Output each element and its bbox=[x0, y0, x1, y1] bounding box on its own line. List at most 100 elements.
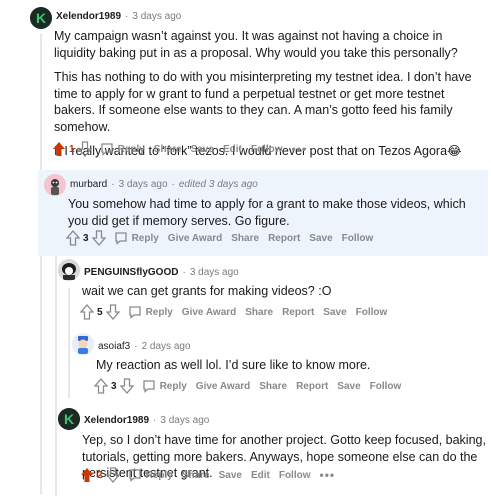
username[interactable]: Xelendor1989 bbox=[84, 415, 149, 426]
timestamp[interactable]: 3 days ago bbox=[132, 11, 181, 22]
upvote-icon[interactable] bbox=[80, 304, 94, 320]
downvote-icon[interactable] bbox=[105, 467, 120, 483]
thread-line[interactable] bbox=[68, 288, 70, 398]
svg-text:K: K bbox=[64, 411, 74, 427]
timestamp[interactable]: 2 days ago bbox=[142, 341, 191, 352]
share-button[interactable]: Share bbox=[259, 381, 287, 392]
separator: · bbox=[182, 267, 186, 278]
comment-header: murbard · 3 days ago · edited 3 days ago bbox=[70, 179, 258, 190]
downvote-icon[interactable] bbox=[119, 378, 134, 394]
reply-button[interactable]: Reply bbox=[100, 142, 145, 156]
save-button[interactable]: Save bbox=[337, 381, 360, 392]
save-button[interactable]: Save bbox=[191, 144, 214, 155]
comment-paragraph: My reaction as well lol. I’d sure like t… bbox=[96, 358, 371, 372]
separator: · bbox=[125, 11, 129, 22]
downvote-icon[interactable] bbox=[91, 230, 106, 246]
avatar-penguin-icon bbox=[58, 259, 80, 281]
reply-button[interactable]: Reply bbox=[128, 468, 173, 482]
vote-score: 5 bbox=[97, 306, 103, 318]
reply-icon bbox=[128, 468, 146, 482]
edit-button[interactable]: Edit bbox=[223, 144, 242, 155]
avatar[interactable] bbox=[44, 174, 66, 196]
save-button[interactable]: Save bbox=[323, 307, 346, 318]
timestamp[interactable]: 3 days ago bbox=[190, 267, 239, 278]
reply-button[interactable]: Reply bbox=[128, 305, 173, 319]
save-button[interactable]: Save bbox=[219, 470, 242, 481]
avatar[interactable]: K bbox=[30, 7, 52, 29]
username[interactable]: murbard bbox=[70, 179, 107, 190]
vote-score: 3 bbox=[111, 380, 117, 392]
share-button[interactable]: Share bbox=[154, 144, 182, 155]
avatar[interactable] bbox=[58, 259, 80, 281]
edit-button[interactable]: Edit bbox=[251, 470, 270, 481]
report-button[interactable]: Report bbox=[268, 233, 300, 244]
downvote-icon[interactable] bbox=[77, 141, 92, 157]
avatar-character-icon bbox=[72, 333, 94, 355]
upvote-icon[interactable] bbox=[94, 378, 108, 394]
follow-button[interactable]: Follow bbox=[251, 144, 283, 155]
share-button[interactable]: Share bbox=[231, 233, 259, 244]
comment-header: PENGUINSflyGOOD · 3 days ago bbox=[84, 267, 239, 278]
save-button[interactable]: Save bbox=[309, 233, 332, 244]
vote-score: 3 bbox=[83, 232, 89, 244]
reply-label: Reply bbox=[159, 380, 187, 392]
reply-icon bbox=[142, 379, 160, 393]
username[interactable]: Xelendor1989 bbox=[56, 11, 121, 22]
separator: · bbox=[134, 341, 138, 352]
reply-button[interactable]: Reply bbox=[142, 379, 187, 393]
comment-header: Xelendor1989 · 3 days ago bbox=[56, 11, 181, 22]
reply-label: Reply bbox=[131, 232, 159, 244]
comment-actions: 3 Reply Give Award Share Report Save Fol… bbox=[66, 229, 382, 247]
follow-button[interactable]: Follow bbox=[356, 307, 388, 318]
vote-group: 2 bbox=[80, 467, 120, 483]
comment-header: asoiaf3 · 2 days ago bbox=[98, 341, 191, 352]
timestamp[interactable]: 3 days ago bbox=[160, 415, 209, 426]
avatar-k-icon: K bbox=[30, 7, 52, 29]
thread-line[interactable] bbox=[40, 34, 42, 494]
reply-icon bbox=[114, 231, 132, 245]
vote-group: 5 bbox=[80, 304, 120, 320]
more-options-icon[interactable]: ••• bbox=[320, 468, 336, 482]
username[interactable]: asoiaf3 bbox=[98, 341, 130, 352]
comment-actions: 1 Reply Share Save Edit Follow ••• bbox=[52, 140, 316, 158]
give-award-button[interactable]: Give Award bbox=[182, 307, 236, 318]
avatar-k-icon: K bbox=[58, 408, 80, 430]
username[interactable]: PENGUINSflyGOOD bbox=[84, 267, 178, 278]
comment-paragraph: This has nothing to do with you misinter… bbox=[54, 70, 472, 134]
reply-icon bbox=[100, 142, 118, 156]
report-button[interactable]: Report bbox=[296, 381, 328, 392]
upvote-icon[interactable] bbox=[66, 230, 80, 246]
avatar[interactable]: K bbox=[58, 408, 80, 430]
comment-paragraph: My campaign wasn’t against you. It was a… bbox=[54, 29, 458, 60]
avatar-character-icon bbox=[44, 174, 66, 196]
follow-button[interactable]: Follow bbox=[370, 381, 402, 392]
follow-button[interactable]: Follow bbox=[342, 233, 374, 244]
timestamp[interactable]: 3 days ago bbox=[119, 179, 168, 190]
vote-group: 3 bbox=[66, 230, 106, 246]
vote-group: 3 bbox=[94, 378, 134, 394]
report-button[interactable]: Report bbox=[282, 307, 314, 318]
reply-icon bbox=[128, 305, 146, 319]
separator: · bbox=[111, 179, 115, 190]
give-award-button[interactable]: Give Award bbox=[196, 381, 250, 392]
reply-label: Reply bbox=[117, 143, 145, 155]
edited-label: edited 3 days ago bbox=[178, 179, 258, 190]
more-options-icon[interactable]: ••• bbox=[292, 142, 308, 156]
follow-button[interactable]: Follow bbox=[279, 470, 311, 481]
reply-button[interactable]: Reply bbox=[114, 231, 159, 245]
svg-text:K: K bbox=[36, 10, 46, 26]
separator: · bbox=[171, 179, 175, 190]
comment-paragraph: wait we can get grants for making videos… bbox=[82, 284, 332, 298]
give-award-button[interactable]: Give Award bbox=[168, 233, 222, 244]
comment-actions: 5 Reply Give Award Share Report Save Fol… bbox=[80, 303, 396, 321]
downvote-icon[interactable] bbox=[105, 304, 120, 320]
vote-score: 2 bbox=[97, 469, 103, 481]
reply-label: Reply bbox=[145, 469, 173, 481]
separator: · bbox=[153, 415, 157, 426]
share-button[interactable]: Share bbox=[182, 470, 210, 481]
upvote-icon[interactable] bbox=[80, 467, 94, 483]
avatar[interactable] bbox=[72, 333, 94, 355]
upvote-icon[interactable] bbox=[52, 141, 66, 157]
share-button[interactable]: Share bbox=[245, 307, 273, 318]
vote-score: 1 bbox=[69, 143, 75, 155]
